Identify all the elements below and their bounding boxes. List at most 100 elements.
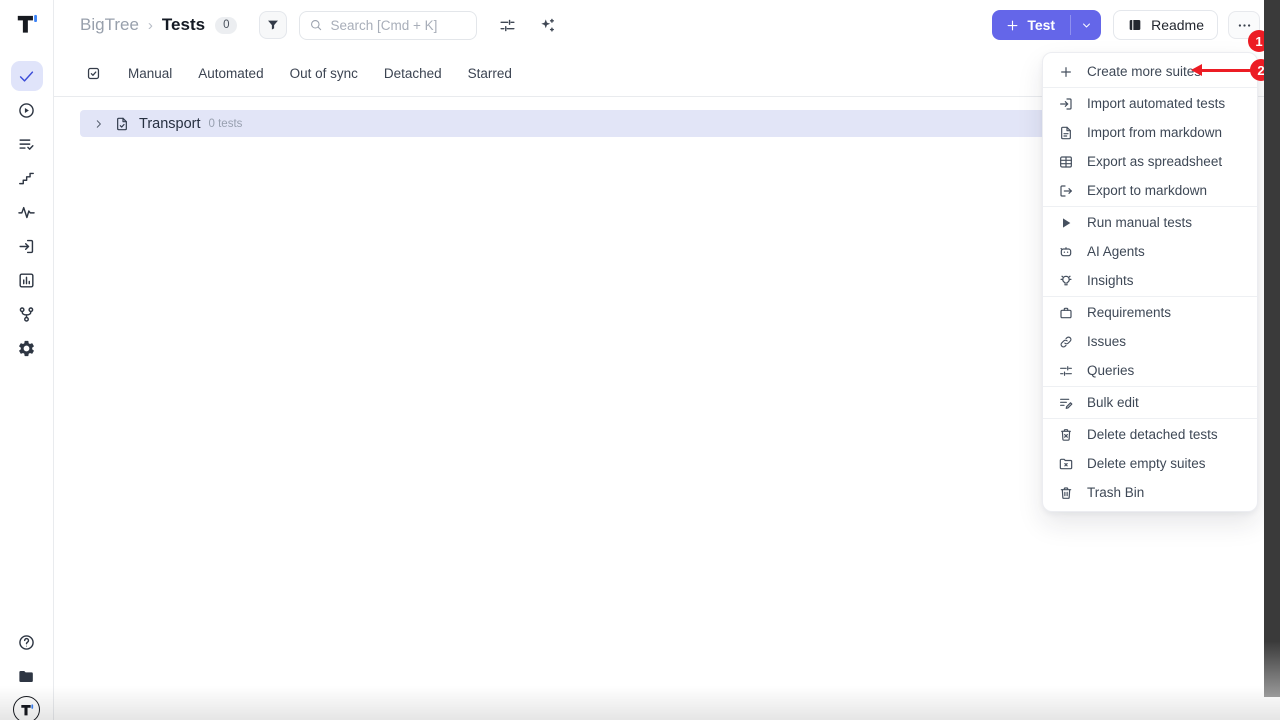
create-test-button[interactable]: Test — [992, 10, 1070, 40]
menu-item-delete-detached-tests[interactable]: Delete detached tests — [1043, 420, 1257, 449]
sidebar-nav — [11, 61, 43, 363]
account-logo-icon[interactable] — [13, 696, 40, 720]
menu-item-label: Insights — [1087, 273, 1134, 288]
gear-icon — [17, 339, 36, 358]
branch-icon — [17, 305, 36, 324]
sidebar-item-analytics[interactable] — [11, 265, 43, 295]
activity-icon — [17, 203, 36, 222]
magnifier-icon — [309, 18, 323, 32]
readme-label: Readme — [1151, 17, 1204, 33]
menu-item-label: Export as spreadsheet — [1087, 154, 1222, 169]
menu-item-issues[interactable]: Issues — [1043, 327, 1257, 356]
tab-automated[interactable]: Automated — [198, 66, 263, 81]
sidebar-item-help[interactable] — [11, 627, 43, 657]
create-test-label: Test — [1027, 17, 1055, 33]
tab-out-of-sync[interactable]: Out of sync — [290, 66, 358, 81]
search-input[interactable] — [330, 18, 467, 33]
header: BigTree › Tests 0 Test Readme — [54, 0, 1280, 50]
trash-icon — [1058, 485, 1074, 501]
menu-item-delete-empty-suites[interactable]: Delete empty suites — [1043, 449, 1257, 478]
sidebar-item-branches[interactable] — [11, 299, 43, 329]
menu-item-label: Trash Bin — [1087, 485, 1144, 500]
menu-item-label: Bulk edit — [1087, 395, 1139, 410]
box-arrow-out-icon — [1058, 183, 1074, 199]
suite-name: Transport — [139, 116, 201, 132]
annotation-arrowhead — [1191, 64, 1202, 76]
robot-icon — [1058, 244, 1074, 260]
menu-item-label: Issues — [1087, 334, 1126, 349]
breadcrumb-project[interactable]: BigTree — [80, 15, 139, 35]
suite-meta: 0 tests — [209, 118, 243, 130]
chevron-right-icon[interactable] — [93, 118, 105, 130]
tests-count-badge: 0 — [215, 17, 237, 34]
menu-item-ai-agents[interactable]: AI Agents — [1043, 237, 1257, 266]
book-icon — [1127, 17, 1143, 33]
folder-icon — [17, 667, 36, 686]
menu-item-run-manual-tests[interactable]: Run manual tests — [1043, 208, 1257, 237]
table-icon — [1058, 154, 1074, 170]
menu-item-insights[interactable]: Insights — [1043, 266, 1257, 295]
sidebar-item-milestones[interactable] — [11, 163, 43, 193]
testomat-logo-icon[interactable] — [12, 9, 42, 39]
menu-item-import-automated-tests[interactable]: Import automated tests — [1043, 89, 1257, 118]
chevron-down-icon — [1080, 19, 1093, 32]
plus-icon — [1005, 18, 1020, 33]
list-check-icon — [17, 135, 36, 154]
readme-button[interactable]: Readme — [1113, 10, 1218, 40]
check-icon — [17, 67, 36, 86]
funnel-icon — [266, 18, 280, 32]
play-icon — [1058, 215, 1074, 231]
menu-item-label: Import automated tests — [1087, 96, 1225, 111]
tab-manual[interactable]: Manual — [128, 66, 172, 81]
breadcrumb-separator: › — [148, 17, 153, 34]
select-all-icon — [85, 65, 102, 82]
plus-icon — [1058, 64, 1074, 80]
menu-item-requirements[interactable]: Requirements — [1043, 298, 1257, 327]
sidebar-item-settings[interactable] — [11, 333, 43, 363]
box-arrow-in-icon — [17, 237, 36, 256]
create-test-split-button: Test — [992, 10, 1101, 40]
menu-item-label: AI Agents — [1087, 244, 1145, 259]
menu-item-bulk-edit[interactable]: Bulk edit — [1043, 388, 1257, 417]
menu-item-export-to-markdown[interactable]: Export to markdown — [1043, 176, 1257, 205]
menu-item-import-from-markdown[interactable]: Import from markdown — [1043, 118, 1257, 147]
menu-item-trash-bin[interactable]: Trash Bin — [1043, 478, 1257, 507]
ai-assistant-button[interactable] — [538, 16, 557, 35]
lightbulb-icon — [1058, 273, 1074, 289]
box-arrow-in-icon — [1058, 96, 1074, 112]
ellipsis-icon — [1236, 17, 1253, 34]
sidebar-item-import[interactable] — [11, 231, 43, 261]
sidebar — [0, 0, 54, 720]
sidebar-item-runs[interactable] — [11, 95, 43, 125]
create-test-dropdown-button[interactable] — [1071, 10, 1101, 40]
tab-starred[interactable]: Starred — [468, 66, 512, 81]
briefcase-icon — [1058, 305, 1074, 321]
menu-item-label: Export to markdown — [1087, 183, 1207, 198]
sliders-icon — [1058, 363, 1074, 379]
bar-chart-icon — [17, 271, 36, 290]
menu-item-label: Import from markdown — [1087, 125, 1222, 140]
menu-item-queries[interactable]: Queries — [1043, 356, 1257, 385]
menu-item-label: Delete empty suites — [1087, 456, 1206, 471]
filter-button[interactable] — [259, 11, 287, 39]
menu-item-export-as-spreadsheet[interactable]: Export as spreadsheet — [1043, 147, 1257, 176]
menu-item-label: Delete detached tests — [1087, 427, 1218, 442]
sidebar-nav-bottom — [11, 627, 43, 691]
more-actions-menu: Create more suites Import automated test… — [1042, 52, 1258, 512]
search-box[interactable] — [299, 11, 477, 40]
sidebar-item-tests[interactable] — [11, 61, 43, 91]
sidebar-item-projects[interactable] — [11, 661, 43, 691]
menu-item-label: Requirements — [1087, 305, 1171, 320]
folder-x-icon — [1058, 456, 1074, 472]
screen-edge-right — [1264, 0, 1280, 697]
select-all-button[interactable] — [85, 65, 102, 82]
menu-item-label: Create more suites — [1087, 64, 1201, 79]
file-check-icon — [114, 116, 130, 132]
tab-detached[interactable]: Detached — [384, 66, 442, 81]
main-area: BigTree › Tests 0 Test Readme — [54, 0, 1280, 720]
annotation-arrow — [1201, 69, 1251, 73]
menu-item-label: Queries — [1087, 363, 1134, 378]
sidebar-item-pulse[interactable] — [11, 197, 43, 227]
sidebar-item-plans[interactable] — [11, 129, 43, 159]
view-settings-button[interactable] — [498, 16, 517, 35]
